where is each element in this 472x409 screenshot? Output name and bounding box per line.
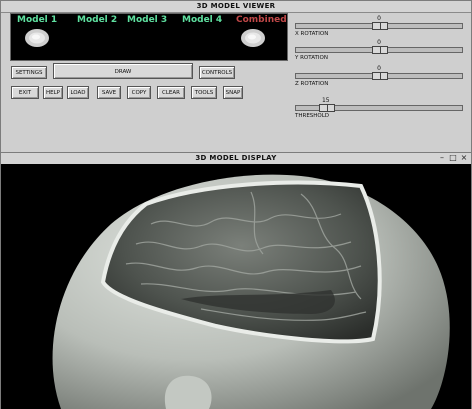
settings-button[interactable]: SETTINGS xyxy=(11,66,47,79)
model-2-label[interactable]: Model 2 xyxy=(77,15,117,25)
model-1-thumbnail[interactable] xyxy=(23,25,51,51)
x-rotation-slider[interactable] xyxy=(295,22,463,30)
exit-button[interactable]: EXIT xyxy=(11,86,39,99)
x-rotation-value: 0 xyxy=(377,15,381,22)
z-rotation-value: 0 xyxy=(377,65,381,72)
model-1-label[interactable]: Model 1 xyxy=(17,15,57,25)
z-rotation-slider[interactable] xyxy=(295,72,463,80)
x-rotation-slider-handle[interactable] xyxy=(372,22,388,30)
model-preview-canvas[interactable]: Model 1 Model 2 Model 3 Model 4 Combined xyxy=(10,13,288,61)
maximize-icon[interactable]: □ xyxy=(449,154,457,162)
viewer-titlebar[interactable]: 3D MODEL VIEWER xyxy=(1,1,471,13)
load-button[interactable]: LOAD xyxy=(67,86,89,99)
clear-button[interactable]: CLEAR xyxy=(157,86,185,99)
combined-thumbnail[interactable] xyxy=(239,25,267,51)
head-render-viewport[interactable] xyxy=(1,164,471,409)
model-4-label[interactable]: Model 4 xyxy=(182,15,222,25)
z-rotation-slider-handle[interactable] xyxy=(372,72,388,80)
y-rotation-label: Y ROTATION xyxy=(295,55,328,61)
z-rotation-label: Z ROTATION xyxy=(295,81,329,87)
copy-button[interactable]: COPY xyxy=(127,86,151,99)
snap-button[interactable]: SNAP xyxy=(223,86,243,99)
save-button[interactable]: SAVE xyxy=(97,86,121,99)
minimize-icon[interactable]: – xyxy=(438,154,446,162)
y-rotation-value: 0 xyxy=(377,39,381,46)
threshold-label: THRESHOLD xyxy=(295,113,330,119)
close-icon[interactable]: × xyxy=(460,154,468,162)
draw-button[interactable]: DRAW xyxy=(53,63,193,79)
model-viewer-window: 3D MODEL VIEWER Model 1 Model 2 Model 3 … xyxy=(0,0,472,153)
threshold-slider-handle[interactable] xyxy=(318,104,335,112)
threshold-slider[interactable] xyxy=(295,104,463,112)
help-button[interactable]: HELP xyxy=(43,86,63,99)
threshold-value: 15 xyxy=(321,97,330,104)
tools-button[interactable]: TOOLS xyxy=(191,86,217,99)
y-rotation-slider-handle[interactable] xyxy=(372,46,388,54)
combined-label[interactable]: Combined xyxy=(236,15,287,25)
display-title: 3D MODEL DISPLAY xyxy=(195,154,277,162)
model-3-label[interactable]: Model 3 xyxy=(127,15,167,25)
window-controls: – □ × xyxy=(438,154,468,162)
y-rotation-slider[interactable] xyxy=(295,46,463,54)
x-rotation-label: X ROTATION xyxy=(295,31,329,37)
controls-button[interactable]: CONTROLS xyxy=(199,66,235,79)
viewer-title: 3D MODEL VIEWER xyxy=(196,2,276,10)
model-display-window: 3D MODEL DISPLAY – □ × xyxy=(0,153,472,409)
